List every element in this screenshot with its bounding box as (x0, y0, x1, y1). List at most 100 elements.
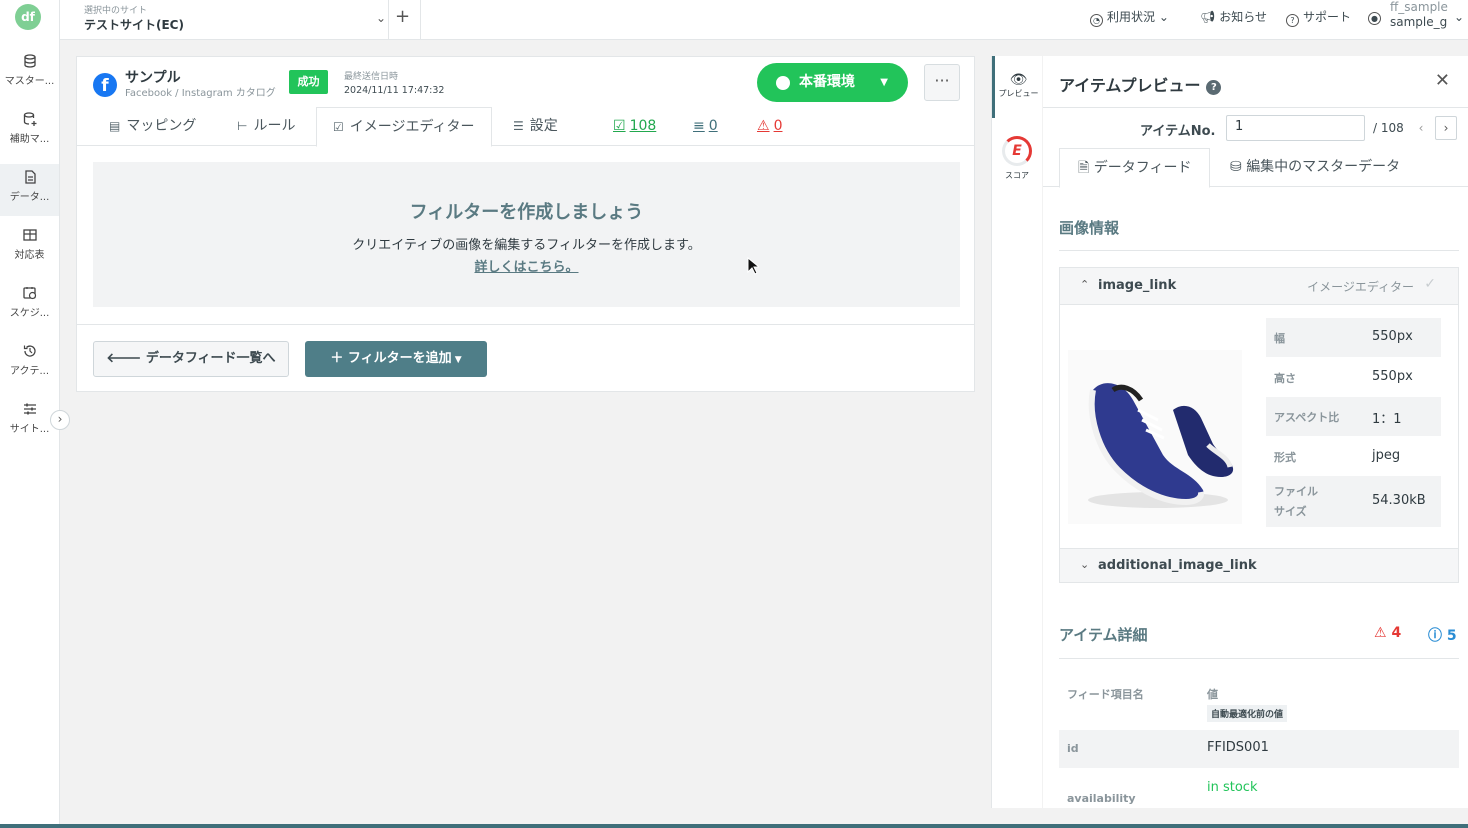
field-value: in stock (1207, 780, 1258, 795)
warning-count: 0 (773, 118, 783, 134)
close-icon[interactable]: ✕ (1435, 70, 1450, 91)
spec-key: ファイル サイズ (1274, 485, 1318, 518)
panel-title: アイテムプレビュー? (1059, 72, 1222, 96)
add-site-button[interactable]: + (395, 6, 410, 27)
tab-label: ルール (253, 118, 296, 134)
excluded-count-link[interactable]: ≡ 0 (693, 107, 718, 146)
side-tab-score[interactable]: E スコア (992, 136, 1042, 181)
image-link-header[interactable]: ⌃ image_link イメージエディター ✓ (1060, 268, 1458, 304)
sliders-icon: ☰ (513, 119, 524, 133)
divider (388, 0, 389, 40)
spec-row: ファイル サイズ 54.30kB (1266, 476, 1441, 528)
more-button[interactable]: ··· (924, 64, 960, 101)
table-row: availability in stock (1059, 770, 1459, 808)
field-name: id (1067, 742, 1079, 755)
spec-row: 形式 jpeg (1266, 437, 1441, 476)
rail-item-master[interactable]: マスター... (0, 48, 59, 100)
table-row: id FFIDS001 (1059, 730, 1459, 768)
divider (1059, 658, 1459, 659)
megaphone-icon: 📢︎ (1200, 10, 1216, 24)
next-item-button[interactable]: › (1435, 116, 1457, 140)
divider (420, 0, 421, 40)
rail-item-mapping-table[interactable]: 対応表 (0, 222, 59, 274)
database-add-icon (23, 112, 36, 126)
back-to-feeds-button[interactable]: 🡐 データフィード一覧へ (93, 341, 289, 377)
tab-image-editor[interactable]: ☑ イメージエディター (316, 107, 492, 147)
top-bar: 選択中のサイト テストサイト(EC) ⌄ + ◔ 利用状況 ⌄ 📢︎ お知らせ ? サ… (60, 0, 1468, 40)
image-info-heading: 画像情報 (1059, 219, 1120, 237)
support-link[interactable]: ? サポート (1286, 8, 1351, 27)
user-menu[interactable]: ff_sample sample_g (1390, 0, 1448, 30)
add-filter-button[interactable]: ＋ フィルターを追加 ▼ (305, 341, 487, 377)
empty-state: フィルターを作成しましょう クリエイティブの画像を編集するフィルターを作成します… (93, 162, 960, 307)
document-icon (24, 170, 36, 184)
check-list-icon: ☑ (613, 118, 626, 134)
tab-master-data[interactable]: ⛁ 編集中のマスターデータ (1230, 148, 1400, 187)
expand-rail-button[interactable]: › (50, 410, 70, 430)
spec-value: 550px (1372, 329, 1413, 344)
empty-title: フィルターを作成しましょう (409, 202, 644, 223)
item-total: / 108 (1373, 121, 1404, 135)
warning-badge[interactable]: ⚠ 4 (1374, 625, 1401, 641)
tab-rule[interactable]: ⊢ ルール (237, 107, 295, 146)
warning-count-link[interactable]: ⚠ 0 (757, 107, 782, 146)
prev-item-button[interactable]: ‹ (1410, 116, 1432, 140)
rail-item-label: データ... (9, 192, 50, 203)
rail-item-aux-master[interactable]: 補助マ... (0, 106, 59, 158)
plus-icon: ＋ (330, 351, 348, 366)
tab-settings[interactable]: ☰ 設定 (513, 107, 558, 146)
rule-icon: ⊢ (237, 119, 248, 133)
help-circle-icon: ? (1286, 14, 1299, 27)
mapping-icon: ▤ (109, 119, 121, 133)
site-selector[interactable]: 選択中のサイト テストサイト(EC) ⌄ (84, 3, 386, 37)
user-icon: ● (1368, 8, 1385, 25)
image-info-box: ⌃ image_link イメージエディター ✓ 幅 550px 高さ 550px … (1059, 267, 1459, 583)
rail-item-label: 補助マ... (9, 134, 50, 145)
tab-label: マッピング (126, 118, 197, 134)
info-badge[interactable]: ⓘ 5 (1428, 625, 1457, 645)
spec-row: 幅 550px (1266, 318, 1441, 358)
item-no-input[interactable]: 1 (1226, 115, 1365, 141)
bottom-bar (0, 824, 1468, 828)
env-dot-icon (776, 76, 790, 90)
ok-count-link[interactable]: ☑ 108 (613, 107, 656, 146)
feed-channel: Facebook / Instagram カタログ (125, 88, 276, 99)
tab-mapping[interactable]: ▤ マッピング (109, 107, 196, 146)
side-tab-label: スコア (1005, 171, 1029, 180)
item-preview-panel: アイテムプレビュー? ✕ アイテムNo. 1 / 108 ‹ › 🗎 データフィ… (1043, 56, 1468, 808)
rail-item-schedule[interactable]: スケジ... (0, 280, 59, 332)
side-tab-preview[interactable]: 👁︎ プレビュー (992, 56, 1042, 118)
field-value: FFIDS001 (1207, 740, 1269, 755)
document-icon: 🗎 (1078, 160, 1094, 176)
score-gauge-icon: E (1002, 136, 1032, 166)
database-icon (23, 54, 36, 68)
rail-item-activity[interactable]: アクテ... (0, 338, 59, 390)
preview-tabs: 🗎 データフィード ⛁ 編集中のマスターデータ (1043, 148, 1468, 188)
image-spec-list: 幅 550px 高さ 550px アスペクト比 1：1 形式 jpeg ファイル サイズ… (1266, 318, 1441, 528)
notice-link[interactable]: 📢︎ お知らせ (1200, 8, 1267, 25)
user-name: sample_g (1390, 15, 1448, 29)
spec-value: jpeg (1372, 447, 1401, 463)
environment-button[interactable]: 本番環境 ▼ (757, 63, 908, 102)
item-no-label: アイテムNo. (1140, 124, 1216, 139)
spec-row: 高さ 550px (1266, 358, 1441, 397)
additional-field-name: additional_image_link (1098, 558, 1257, 573)
additional-image-header[interactable]: ⌄ additional_image_link (1060, 549, 1458, 583)
product-image (1068, 350, 1242, 524)
app-logo[interactable]: df (15, 4, 41, 30)
usage-menu[interactable]: ◔ 利用状況 ⌄ (1090, 8, 1169, 27)
rail-item-datafeed[interactable]: データ... (0, 164, 59, 216)
item-detail-heading: アイテム詳細 (1059, 626, 1148, 644)
spec-key: 高さ (1274, 371, 1296, 385)
tab-data-feed[interactable]: 🗎 データフィード (1059, 148, 1211, 188)
last-sent-value: 2024/11/11 17:47:32 (344, 85, 445, 96)
chevron-down-icon[interactable]: ⌄ (1454, 10, 1464, 24)
rail-item-label: アクテ... (9, 366, 50, 377)
status-badge: 成功 (289, 70, 328, 94)
image-edit-icon: ☑ (333, 120, 344, 134)
learn-more-link[interactable]: 詳しくはこちら。 (93, 256, 960, 275)
help-icon[interactable]: ? (1206, 80, 1222, 95)
chevron-down-icon: ⌄ (375, 11, 386, 25)
table-icon (22, 229, 37, 241)
spec-key: 幅 (1274, 332, 1285, 345)
